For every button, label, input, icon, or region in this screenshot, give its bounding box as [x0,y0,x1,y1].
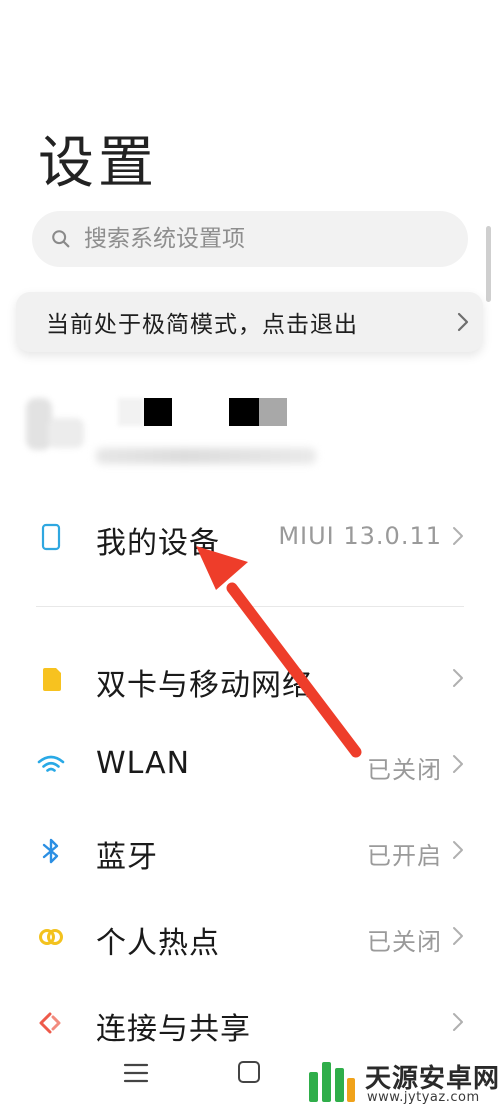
account-subtitle-blurred [96,448,316,464]
search-input[interactable] [84,226,404,252]
row-label: 个人热点 [96,926,220,961]
sim-card-icon [43,668,61,691]
settings-row-bluetooth[interactable]: 蓝牙 已开启 [0,820,500,880]
avatar [26,398,84,450]
row-label: WLAN [96,746,191,781]
account-row[interactable] [0,370,500,480]
banner-text: 当前处于极简模式，点击退出 [46,312,358,338]
row-label: 连接与共享 [96,1012,251,1047]
row-label: 双卡与移动网络 [96,668,313,703]
wifi-icon [37,755,65,772]
settings-row-wlan[interactable]: WLAN 已关闭 [0,734,500,794]
row-label: 我的设备 [96,526,220,561]
chevron-right-icon [453,669,463,687]
chevron-right-icon [453,1013,463,1031]
hotspot-icon [39,929,63,945]
phone-icon [41,523,61,551]
my-device-row[interactable]: 我的设备 MIUI 13.0.11 [0,506,500,566]
row-value: 已开启 [367,842,442,870]
account-name-redacted [259,398,287,426]
menu-icon[interactable] [123,1062,149,1084]
settings-row-hotspot[interactable]: 个人热点 已关闭 [0,906,500,966]
connection-sharing-icon [39,1012,61,1034]
divider [36,606,464,607]
account-name-redacted [144,398,172,426]
row-value: 已关闭 [367,928,442,956]
row-label: 蓝牙 [96,840,158,875]
home-icon[interactable] [238,1061,260,1083]
chevron-right-icon [453,527,463,545]
page-title: 设置 [38,131,158,196]
watermark-url: www.jytyaz.com [367,1090,480,1105]
chevron-right-icon [453,755,463,773]
bluetooth-icon [42,838,59,864]
search-icon [52,230,70,248]
scrollbar[interactable] [486,226,491,302]
row-value: 已关闭 [367,756,442,784]
account-name-redacted [118,398,144,426]
watermark-logo [309,1062,355,1102]
site-watermark: 天源安卓网 www.jytyaz.com [305,1054,500,1111]
settings-row-connection-sharing[interactable]: 连接与共享 [0,992,500,1052]
chevron-right-icon [457,312,469,332]
search-bar[interactable] [32,211,468,267]
row-value: MIUI 13.0.11 [278,522,442,550]
chevron-right-icon [453,927,463,945]
settings-row-dual-sim[interactable]: 双卡与移动网络 [0,648,500,708]
exit-minimal-mode-banner[interactable]: 当前处于极简模式，点击退出 [16,292,483,352]
chevron-right-icon [453,841,463,859]
account-name-redacted [229,398,259,426]
